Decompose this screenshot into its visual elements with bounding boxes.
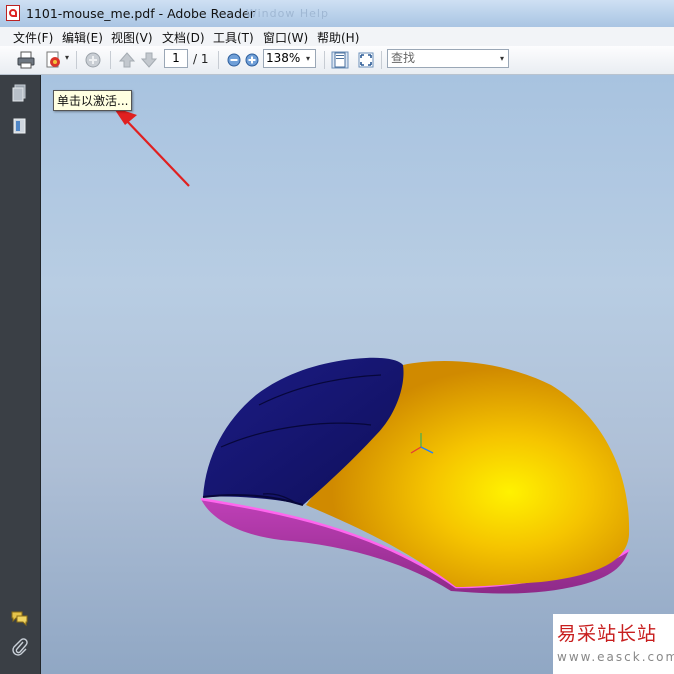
red-arrow-annotation <box>113 107 190 187</box>
toolbar-separator <box>76 51 77 69</box>
next-page-icon[interactable] <box>139 50 159 70</box>
menu-window[interactable]: 窗口(W) <box>263 29 308 46</box>
create-pdf-icon[interactable] <box>44 50 64 70</box>
document-3d-view[interactable] <box>41 75 674 674</box>
toolbar-separator <box>110 51 111 69</box>
comments-icon[interactable] <box>11 609 28 627</box>
toolbar: ▾ 1 / 1 138% ▾ 查找 ▾ <box>0 46 674 75</box>
fit-page-icon[interactable] <box>330 50 350 70</box>
search-input[interactable]: 查找 <box>387 49 509 68</box>
menu-tools[interactable]: 工具(T) <box>213 29 254 46</box>
full-screen-icon[interactable] <box>356 50 376 70</box>
menu-view[interactable]: 视图(V) <box>111 29 153 46</box>
watermark-title: 易采站长站 <box>557 623 658 645</box>
zoom-out-icon[interactable] <box>224 50 244 70</box>
search-dropdown-icon[interactable]: ▾ <box>500 49 504 68</box>
print-icon[interactable] <box>16 50 36 70</box>
paperclip-icon[interactable] <box>11 638 28 656</box>
zoom-dropdown-icon[interactable]: ▾ <box>306 49 310 68</box>
toolbar-separator <box>381 51 382 69</box>
menu-document[interactable]: 文档(D) <box>162 29 205 46</box>
create-pdf-dropdown-icon[interactable]: ▾ <box>65 53 69 62</box>
toolbar-separator <box>218 51 219 69</box>
menu-edit[interactable]: 编辑(E) <box>62 29 103 46</box>
window-title: 1101-mouse_me.pdf - Adobe Reader <box>26 6 255 21</box>
pages-panel-icon[interactable] <box>11 84 28 102</box>
activate-tooltip: 单击以激活... <box>53 90 133 111</box>
page-total: / 1 <box>193 52 209 66</box>
previous-page-icon[interactable] <box>117 50 137 70</box>
menu-help[interactable]: 帮助(H) <box>317 29 359 46</box>
navigation-pane <box>0 75 41 674</box>
watermark-url: www.easck.com <box>557 650 674 664</box>
site-watermark: 易采站长站 www.easck.com <box>553 614 674 674</box>
page-number-input[interactable]: 1 <box>164 49 188 68</box>
title-background-text: ... Window Help <box>228 7 329 20</box>
zoom-in-icon[interactable] <box>242 50 262 70</box>
toolbar-separator <box>324 51 325 69</box>
attachments-panel-icon[interactable] <box>11 117 28 135</box>
title-bar: 1101-mouse_me.pdf - Adobe Reader ... Win… <box>0 0 674 28</box>
pdf-file-icon <box>6 5 20 21</box>
menu-file[interactable]: 文件(F) <box>13 29 53 46</box>
3d-mouse-model[interactable] <box>41 75 674 674</box>
menu-bar: 文件(F) 编辑(E) 视图(V) 文档(D) 工具(T) 窗口(W) 帮助(H… <box>0 27 674 47</box>
share-icon[interactable] <box>83 50 103 70</box>
